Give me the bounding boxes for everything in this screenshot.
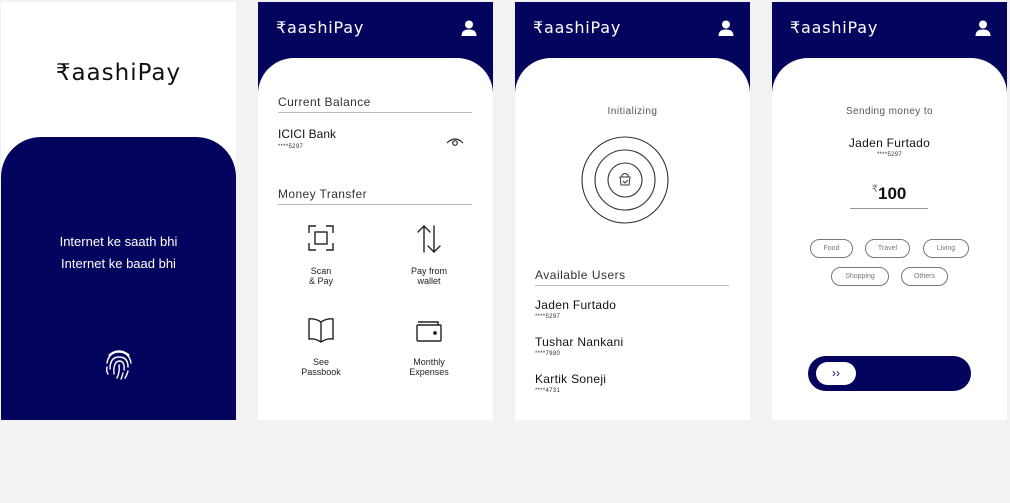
- status-text: Initializing: [607, 106, 658, 117]
- category-chip-others[interactable]: Others: [901, 267, 948, 286]
- amount-value: 100: [878, 184, 907, 203]
- user-name: Tushar Nankani: [535, 335, 624, 349]
- tagline: Internet ke saath bhi Internet ke baad b…: [1, 231, 236, 275]
- current-balance-heading: Current Balance: [278, 95, 472, 113]
- see-passbook-label: See Passbook: [301, 357, 341, 377]
- scan-pay-button[interactable]: Scan & Pay: [281, 224, 361, 286]
- transfer-arrows-icon: [389, 224, 469, 259]
- user-icon[interactable]: [974, 19, 992, 42]
- header-logo: ₹aashiPay: [276, 18, 365, 37]
- category-chip-travel[interactable]: Travel: [865, 239, 910, 258]
- home-card: Current Balance ICICI Bank ****5297 Mone…: [258, 58, 493, 420]
- scan-pay-label: Scan & Pay: [308, 266, 333, 286]
- user-icon[interactable]: [717, 19, 735, 42]
- available-users-heading: Available Users: [535, 268, 729, 286]
- user-account: ****7980: [535, 351, 561, 357]
- bank-account-number: ****5297: [278, 144, 304, 150]
- user-name: Jaden Furtado: [535, 298, 617, 312]
- bank-name: ICICI Bank: [278, 127, 337, 141]
- recipient-account: ****5297: [876, 152, 903, 158]
- book-icon: [281, 317, 361, 348]
- category-chip-food[interactable]: Food: [810, 239, 853, 258]
- swipe-to-pay-slider[interactable]: ››: [808, 356, 971, 391]
- see-passbook-button[interactable]: See Passbook: [281, 317, 361, 377]
- user-icon[interactable]: [460, 19, 478, 42]
- scan-icon: [281, 224, 361, 257]
- eye-icon[interactable]: [446, 135, 464, 153]
- header-logo: ₹aashiPay: [533, 18, 622, 37]
- monthly-expenses-button[interactable]: Monthly Expenses: [389, 317, 469, 377]
- radar-animation: [580, 135, 670, 230]
- sending-label: Sending money to: [845, 106, 933, 117]
- category-chip-living[interactable]: Living: [923, 239, 969, 258]
- amount-input[interactable]: ₹100: [850, 184, 928, 209]
- app-logo: ₹aashiPay: [55, 60, 182, 86]
- discover-screen: ₹aashiPay Initializing Available Users J…: [515, 2, 750, 420]
- send-money-screen: ₹aashiPay Sending money to Jaden Furtado…: [772, 2, 1007, 420]
- user-item[interactable]: Jaden Furtado ****5297: [535, 298, 616, 320]
- header-logo: ₹aashiPay: [790, 18, 879, 37]
- recipient-name: Jaden Furtado: [848, 136, 931, 150]
- splash-panel: Internet ke saath bhi Internet ke baad b…: [1, 137, 236, 420]
- home-screen: ₹aashiPay Current Balance ICICI Bank ***…: [258, 2, 493, 420]
- slider-knob[interactable]: ››: [816, 362, 856, 385]
- tagline-line-2: Internet ke baad bhi: [61, 256, 176, 271]
- wallet-icon: [389, 317, 469, 348]
- monthly-expenses-label: Monthly Expenses: [409, 357, 449, 377]
- category-chip-shopping[interactable]: Shopping: [831, 267, 889, 286]
- user-name: Kartik Soneji: [535, 372, 607, 386]
- user-account: ****5297: [535, 314, 561, 320]
- user-account: ****4731: [535, 388, 561, 394]
- pay-from-wallet-label: Pay from wallet: [410, 266, 447, 286]
- fingerprint-icon[interactable]: [103, 347, 135, 386]
- user-item[interactable]: Tushar Nankani ****7980: [535, 335, 623, 357]
- user-item[interactable]: Kartik Soneji ****4731: [535, 372, 606, 394]
- pay-from-wallet-button[interactable]: Pay from wallet: [389, 224, 469, 286]
- money-transfer-heading: Money Transfer: [278, 187, 472, 205]
- splash-screen: ₹aashiPay Internet ke saath bhi Internet…: [1, 2, 236, 420]
- discover-card: Initializing Available Users Jaden Furta…: [515, 58, 750, 420]
- send-card: Sending money to Jaden Furtado ****5297 …: [772, 58, 1007, 420]
- tagline-line-1: Internet ke saath bhi: [59, 234, 178, 249]
